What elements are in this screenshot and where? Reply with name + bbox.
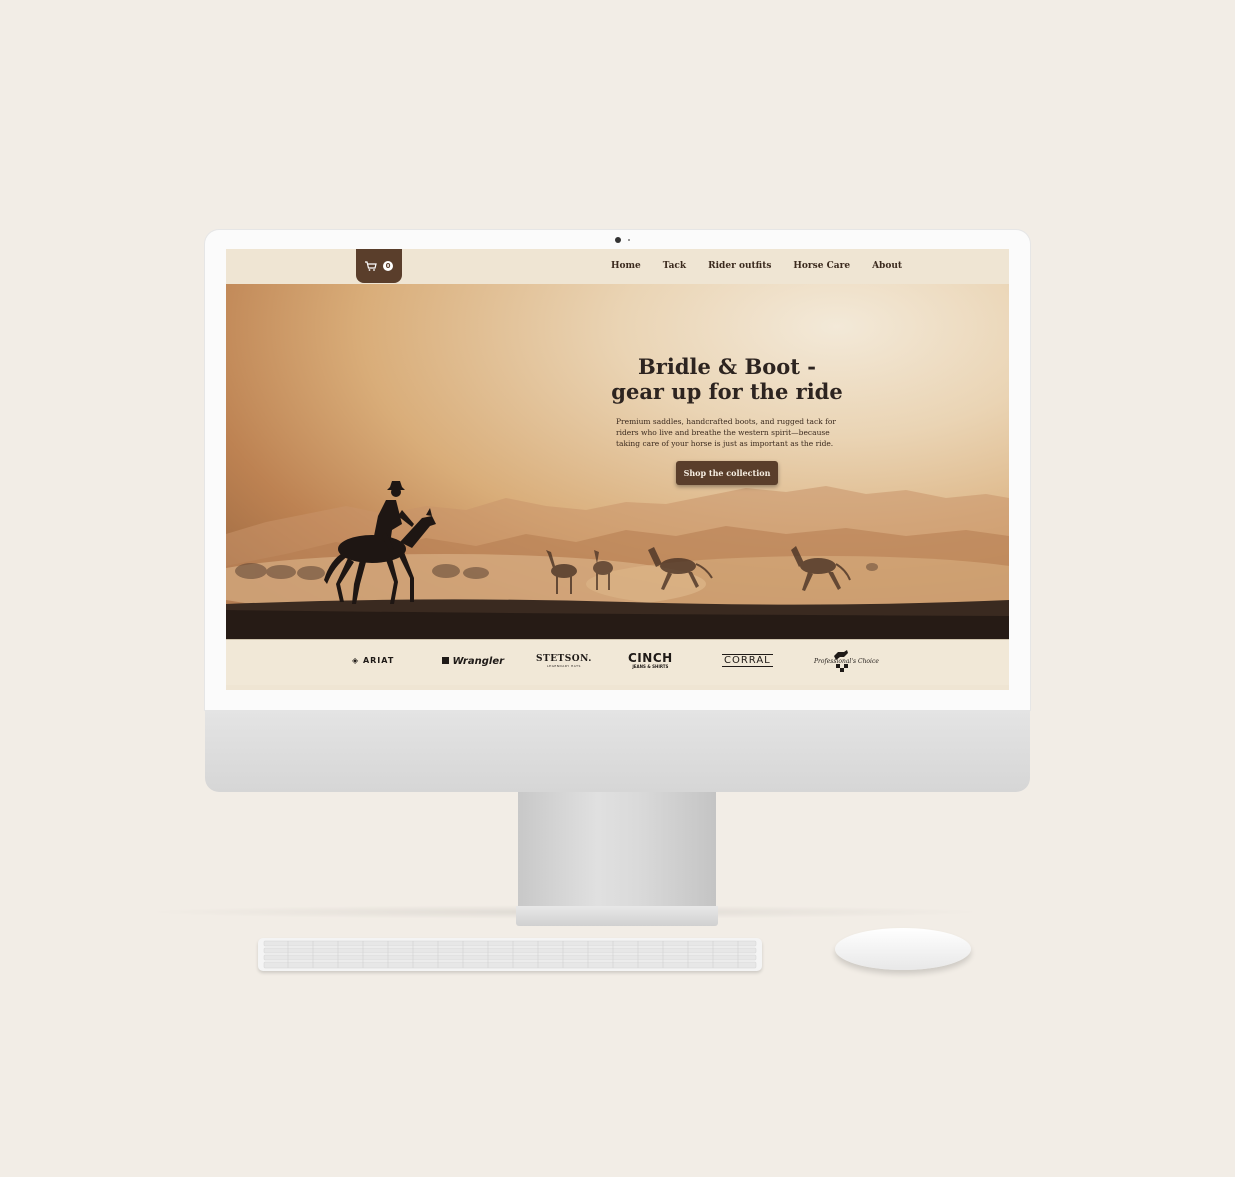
brand-corral-text: CORRAL bbox=[724, 655, 771, 666]
brand-stetson-sub: LEGENDARY HATS bbox=[547, 664, 581, 668]
monitor-bezel: 0 Home Tack Rider outfits Horse Care Abo… bbox=[205, 230, 1030, 710]
monitor-chin bbox=[205, 710, 1030, 792]
camera-sensor bbox=[628, 239, 630, 241]
brand-wrangler-logo[interactable]: Wrangler bbox=[442, 656, 504, 667]
website-screen: 0 Home Tack Rider outfits Horse Care Abo… bbox=[226, 249, 1009, 690]
brand-cinch-text: CINCH bbox=[628, 651, 673, 665]
brand-logos-strip: ◈ ARIAT Wrangler STETSON. LEGENDARY HATS… bbox=[226, 639, 1009, 685]
brand-ariat-text: ARIAT bbox=[362, 656, 395, 665]
shop-collection-button[interactable]: Shop the collection bbox=[676, 461, 778, 485]
nav-tack[interactable]: Tack bbox=[663, 261, 686, 271]
hero-title: Bridle & Boot - gear up for the ride bbox=[596, 354, 858, 404]
cart-count-badge: 0 bbox=[383, 261, 393, 271]
hero-title-line-1: Bridle & Boot - bbox=[638, 354, 816, 379]
monitor-stand bbox=[518, 792, 716, 910]
brand-stetson-logo[interactable]: STETSON. LEGENDARY HATS bbox=[536, 654, 592, 668]
ariat-shield-icon: ◈ bbox=[352, 656, 360, 665]
nav-home[interactable]: Home bbox=[611, 261, 641, 271]
main-nav: Home Tack Rider outfits Horse Care About bbox=[611, 261, 902, 271]
brand-wrangler-text: Wrangler bbox=[452, 656, 505, 667]
nav-about[interactable]: About bbox=[872, 261, 902, 271]
cart-button[interactable]: 0 bbox=[356, 249, 402, 283]
brand-ariat-logo[interactable]: ◈ ARIAT bbox=[352, 656, 394, 665]
brand-corral-logo[interactable]: CORRAL bbox=[722, 654, 773, 667]
brand-cinch-logo[interactable]: CINCH JEANS & SHIRTS bbox=[628, 652, 673, 669]
nav-rider-outfits[interactable]: Rider outfits bbox=[708, 261, 771, 271]
brand-stetson-text: STETSON. bbox=[536, 654, 592, 664]
navbar: 0 Home Tack Rider outfits Horse Care Abo… bbox=[226, 249, 1009, 284]
imac-monitor: 0 Home Tack Rider outfits Horse Care Abo… bbox=[205, 230, 1030, 792]
hero-description: Premium saddles, handcrafted boots, and … bbox=[616, 417, 836, 448]
brand-professionals-choice-logo[interactable]: Professional's Choice bbox=[814, 648, 879, 674]
wrangler-w-icon bbox=[442, 657, 449, 664]
keyboard bbox=[258, 938, 762, 971]
brand-professionals-choice-text: Professional's Choice bbox=[814, 658, 879, 665]
monitor-stand-foot bbox=[516, 906, 718, 926]
hero-title-line-2: gear up for the ride bbox=[611, 379, 843, 404]
cart-icon bbox=[365, 261, 377, 271]
camera bbox=[615, 237, 621, 243]
hero-section: Bridle & Boot - gear up for the ride Pre… bbox=[226, 284, 1009, 639]
magic-mouse bbox=[835, 928, 971, 970]
keyboard-keys bbox=[263, 940, 757, 969]
hero-image bbox=[226, 481, 1009, 639]
nav-horse-care[interactable]: Horse Care bbox=[793, 261, 850, 271]
brand-cinch-sub: JEANS & SHIRTS bbox=[632, 664, 669, 669]
